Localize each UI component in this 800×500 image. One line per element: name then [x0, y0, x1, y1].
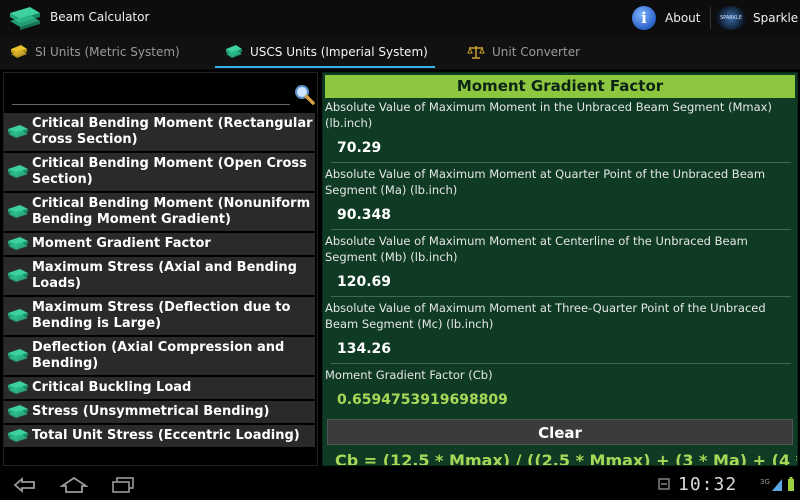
panel-title: Moment Gradient Factor — [325, 75, 795, 98]
home-icon[interactable] — [60, 476, 88, 494]
list-item-label: Maximum Stress (Axial and Bending Loads) — [32, 260, 297, 291]
clear-button[interactable]: Clear — [327, 419, 793, 445]
mmax-label: Absolute Value of Maximum Moment in the … — [325, 100, 772, 130]
sparkle-logo-icon: SPARKLE — [716, 6, 746, 30]
tab-label: SI Units (Metric System) — [35, 45, 180, 59]
tab-unit-converter[interactable]: Unit Converter — [467, 36, 580, 68]
beam-icon — [8, 237, 28, 250]
list-item[interactable]: Critical Bending Moment (Open Cross Sect… — [4, 153, 315, 193]
action-bar: Beam Calculator i About SPARKLE Sparkle — [0, 0, 800, 36]
list-item-label: Stress (Unsymmetrical Bending) — [32, 404, 270, 419]
list-item-label: Deflection (Axial Compression and Bendin… — [32, 340, 285, 371]
search-input[interactable] — [12, 83, 290, 105]
signal-label: 3G — [760, 478, 770, 486]
beam-icon — [8, 205, 28, 218]
beam-icon — [10, 7, 40, 30]
list-item-label: Maximum Stress (Deflection due to Bendin… — [32, 300, 291, 331]
recent-apps-icon[interactable] — [110, 476, 136, 494]
tab-bar: SI Units (Metric System) USCS Units (Imp… — [0, 36, 800, 68]
app-title: Beam Calculator — [50, 10, 150, 24]
sparkle-button[interactable]: SPARKLE Sparkle — [716, 4, 798, 32]
list-item-label: Critical Bending Moment (Nonuniform Bend… — [32, 196, 311, 227]
tab-si-units[interactable]: SI Units (Metric System) — [10, 36, 180, 68]
list-item[interactable]: Total Unit Stress (Eccentric Loading) — [4, 425, 315, 449]
mc-input[interactable] — [331, 334, 791, 364]
beam-icon — [8, 269, 28, 282]
cb-result-value: 0.6594753919698809 — [337, 392, 508, 408]
beam-icon — [226, 45, 242, 58]
list-item-label: Critical Bending Moment (Rectangular Cro… — [32, 116, 313, 147]
tab-uscs-units[interactable]: USCS Units (Imperial System) — [225, 36, 428, 68]
beam-icon — [8, 405, 28, 418]
ma-label: Absolute Value of Maximum Moment at Quar… — [325, 167, 766, 197]
beam-icon — [8, 309, 28, 322]
mmax-input[interactable] — [331, 133, 791, 163]
calculator-panel: Moment Gradient Factor Absolute Value of… — [322, 72, 798, 466]
list-item[interactable]: Critical Buckling Load — [4, 377, 315, 401]
list-item-label: Moment Gradient Factor — [32, 236, 211, 251]
tab-label: Unit Converter — [492, 45, 581, 59]
list-item-label: Total Unit Stress (Eccentric Loading) — [32, 428, 300, 443]
about-button[interactable]: i About — [632, 4, 700, 32]
about-label: About — [665, 11, 701, 25]
beam-icon — [8, 381, 28, 394]
list-item[interactable]: Deflection (Axial Compression and Bendin… — [4, 337, 315, 377]
sparkle-label: Sparkle — [753, 11, 799, 25]
mb-input[interactable] — [331, 267, 791, 297]
list-item[interactable]: Moment Gradient Factor — [4, 233, 315, 257]
beam-icon — [8, 165, 28, 178]
back-icon[interactable] — [12, 476, 38, 494]
beam-icon — [8, 429, 28, 442]
action-bar-divider — [710, 7, 711, 29]
battery-icon — [788, 477, 794, 491]
list-item-label: Critical Bending Moment (Open Cross Sect… — [32, 156, 307, 187]
formula-list-panel: Critical Bending Moment (Rectangular Cro… — [3, 72, 318, 466]
list-item[interactable]: Maximum Stress (Deflection due to Bendin… — [4, 297, 315, 337]
scale-icon — [467, 46, 485, 59]
mb-label: Absolute Value of Maximum Moment at Cent… — [325, 234, 748, 264]
tab-separator — [0, 68, 800, 69]
beam-icon — [8, 349, 28, 362]
beam-icon — [8, 125, 28, 138]
system-bar: 10:32 3G — [0, 470, 800, 500]
list-item[interactable]: Critical Bending Moment (Rectangular Cro… — [4, 113, 315, 153]
beam-yellow-icon — [11, 45, 27, 58]
list-item[interactable]: Critical Bending Moment (Nonuniform Bend… — [4, 193, 315, 233]
mc-label: Absolute Value of Maximum Moment at Thre… — [325, 301, 766, 331]
list-item[interactable]: Stress (Unsymmetrical Bending) — [4, 401, 315, 425]
formula-list: Critical Bending Moment (Rectangular Cro… — [4, 113, 317, 449]
tab-label: USCS Units (Imperial System) — [250, 45, 428, 59]
list-item-label: Critical Buckling Load — [32, 380, 192, 395]
clock[interactable]: 10:32 — [678, 474, 737, 495]
search-icon[interactable] — [293, 83, 315, 105]
notification-icon[interactable] — [658, 478, 670, 490]
ma-input[interactable] — [331, 200, 791, 230]
formula-text: Cb = (12.5 * Mmax) / ((2.5 * Mmax) + (3 … — [335, 451, 798, 466]
signal-icon — [772, 479, 782, 491]
cb-label: Moment Gradient Factor (Cb) — [325, 368, 493, 382]
search-bar — [10, 79, 315, 109]
list-item[interactable]: Maximum Stress (Axial and Bending Loads) — [4, 257, 315, 297]
info-icon: i — [632, 6, 656, 30]
